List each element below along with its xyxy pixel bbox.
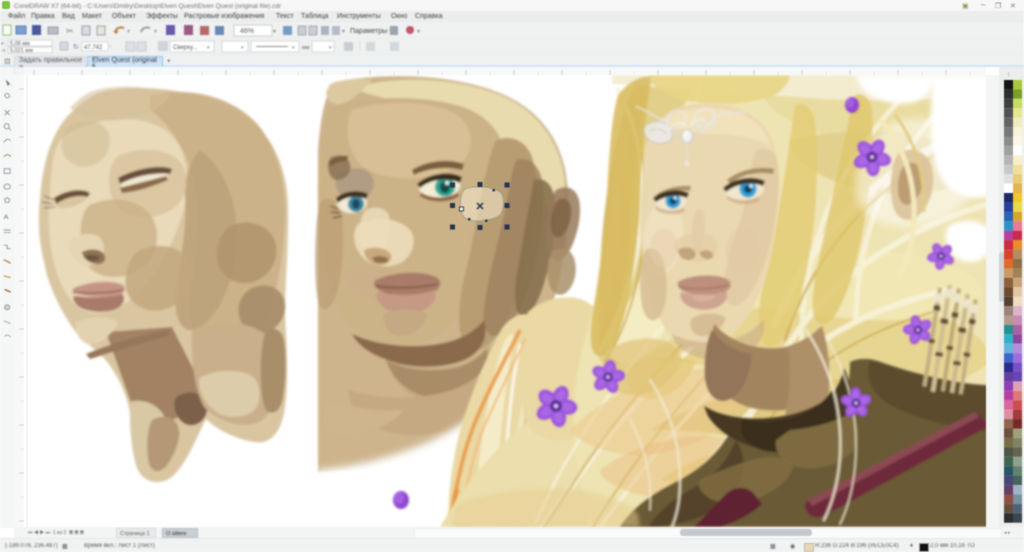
svg-text:▾: ▾ xyxy=(417,29,420,35)
svg-text:°: ° xyxy=(109,45,111,51)
svg-text:↕: ↕ xyxy=(1007,72,1010,78)
svg-text:⇤: ⇤ xyxy=(1,41,5,47)
svg-text:▾: ▾ xyxy=(127,29,130,35)
svg-text:46%: 46% xyxy=(240,28,254,35)
svg-text:↻: ↻ xyxy=(73,44,79,51)
svg-text:✂: ✂ xyxy=(66,26,74,36)
svg-text:Параметры ▾: Параметры ▾ xyxy=(350,28,393,35)
svg-text:5,08 мм: 5,08 мм xyxy=(10,41,30,47)
svg-text:▾: ▾ xyxy=(154,29,157,35)
svg-text:47,742: 47,742 xyxy=(84,45,103,51)
svg-text:▾: ▾ xyxy=(273,29,276,35)
svg-text:Сверху...: Сверху... xyxy=(173,45,198,51)
svg-text:5,021 мм: 5,021 мм xyxy=(10,48,33,54)
svg-text:мм: мм xyxy=(302,45,310,51)
svg-text:▾: ▾ xyxy=(342,29,345,35)
svg-text:⇥: ⇥ xyxy=(1,48,5,54)
svg-text:A: A xyxy=(4,214,9,221)
